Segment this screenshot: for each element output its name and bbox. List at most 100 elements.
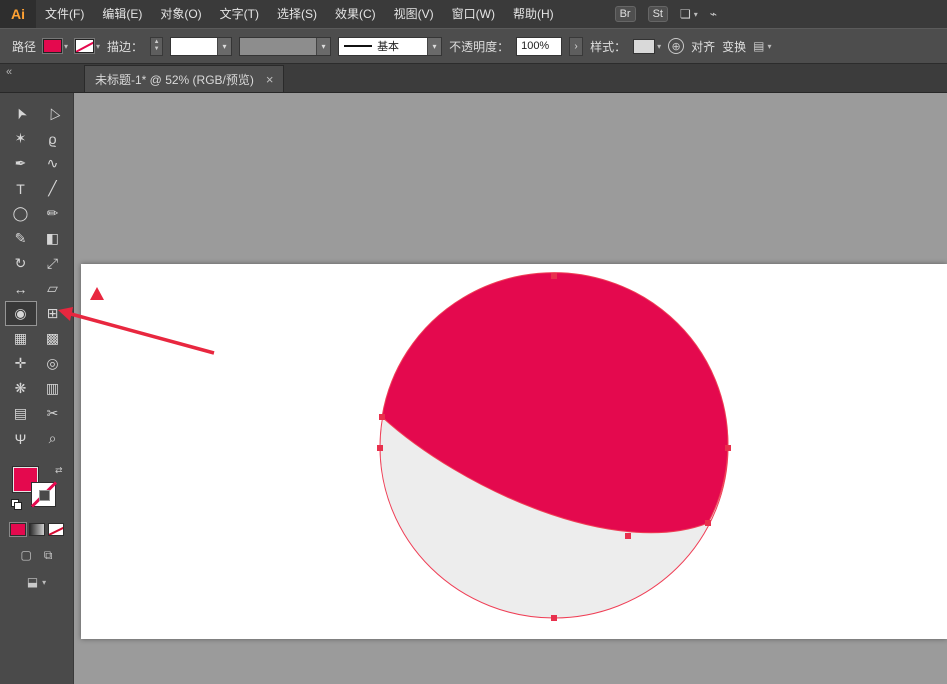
ellipse-tool[interactable]: ◯ <box>5 201 37 226</box>
column-graph-icon: ▥ <box>45 380 60 396</box>
color-button[interactable] <box>9 523 26 536</box>
fill-color-dropdown[interactable]: ▾ <box>43 39 68 53</box>
workspace-switcher[interactable]: ❏ ▾ <box>680 7 698 21</box>
mesh-icon: ▦ <box>13 330 28 346</box>
style-swatch <box>633 38 656 54</box>
eyedropper-icon: ✛ <box>14 355 27 371</box>
stroke-weight-label: 描边： <box>107 39 144 54</box>
swap-fill-stroke-icon[interactable]: ⇄ <box>55 465 63 476</box>
line-segment-icon: ╱ <box>48 180 57 196</box>
menu-help[interactable]: 帮助(H) <box>504 0 563 28</box>
stepper-down-icon: ▼ <box>153 46 160 52</box>
width-profile-value: 基本 <box>377 41 400 53</box>
menu-select[interactable]: 选择(S) <box>268 0 326 28</box>
shape-builder-tool[interactable]: ◉ <box>4 301 37 326</box>
zoom-tool[interactable]: ⌕ <box>37 426 69 451</box>
pen-tool[interactable]: ✒ <box>5 151 37 176</box>
free-transform-icon: ▱ <box>47 280 58 296</box>
style-dropdown[interactable]: ▾ <box>633 38 662 54</box>
fill-stroke-widget: ⇄ <box>10 465 63 511</box>
gradient-tool[interactable]: ▩ <box>37 326 69 351</box>
bridge-button[interactable]: Br <box>614 6 636 22</box>
free-transform-tool[interactable]: ▱ <box>37 276 69 301</box>
column-graph-tool[interactable]: ▥ <box>37 376 69 401</box>
draw-inside-icon[interactable]: ⧉ <box>44 548 53 563</box>
artboard-icon: ▤ <box>13 405 28 421</box>
width-profile-dropdown[interactable]: 基本 ▾ <box>338 36 443 56</box>
eyedropper-tool[interactable]: ✛ <box>5 351 37 376</box>
chevron-down-icon: ▾ <box>693 9 698 19</box>
gradient-button[interactable] <box>28 523 45 536</box>
opacity-input[interactable]: 100% <box>516 36 563 56</box>
pen-icon: ✒ <box>14 155 27 171</box>
line-segment-tool[interactable]: ╱ <box>37 176 69 201</box>
fill-color-swatch <box>43 39 63 53</box>
direct-selection-tool[interactable]: ▷ <box>37 101 69 126</box>
hand-tool[interactable]: Ψ <box>5 426 37 451</box>
brush-definition-dropdown[interactable]: ▾ <box>239 36 332 56</box>
stock-button[interactable]: St <box>647 6 668 22</box>
transform-button[interactable]: 变换 <box>722 38 746 55</box>
direct-selection-tool-icon: ▷ <box>42 105 62 122</box>
selection-tool[interactable]: ➤ <box>5 101 37 126</box>
perspective-grid-tool[interactable]: ⊞ <box>37 301 69 326</box>
menu-window[interactable]: 窗口(W) <box>443 0 504 28</box>
align-button[interactable]: 对齐 <box>691 38 715 55</box>
symbol-sprayer-icon: ❋ <box>14 380 27 396</box>
blend-tool[interactable]: ◎ <box>37 351 69 376</box>
cs-live-icon[interactable]: ⌁ <box>710 7 717 21</box>
document-tab-title: 未标题-1* @ 52% (RGB/预览) <box>95 72 254 87</box>
scale-tool[interactable]: ⤢ <box>37 251 69 276</box>
menu-view[interactable]: 视图(V) <box>385 0 443 28</box>
none-button[interactable] <box>47 523 64 536</box>
symbol-sprayer-tool[interactable]: ❋ <box>5 376 37 401</box>
menu-object[interactable]: 对象(O) <box>151 0 210 28</box>
eraser-icon: ◧ <box>45 230 60 246</box>
paintbrush-icon: ✏ <box>46 205 59 221</box>
mesh-tool[interactable]: ▦ <box>5 326 37 351</box>
opacity-panel-button[interactable]: › <box>569 36 584 56</box>
type-tool[interactable]: T <box>5 176 37 201</box>
lasso-tool[interactable]: ϱ <box>37 126 69 151</box>
globe-icon[interactable]: ⊕ <box>668 38 685 54</box>
stroke-weight-dropdown[interactable]: ▾ <box>170 36 233 56</box>
gradient-icon: ▩ <box>45 330 60 346</box>
menu-type[interactable]: 文字(T) <box>211 0 268 28</box>
chevron-down-icon: ▾ <box>42 577 47 587</box>
type-icon: T <box>16 180 25 197</box>
rotate-icon: ↻ <box>14 255 27 271</box>
menu-effect[interactable]: 效果(C) <box>326 0 385 28</box>
app-window: Ai 文件(F) 编辑(E) 对象(O) 文字(T) 选择(S) 效果(C) 视… <box>0 0 947 684</box>
eraser-tool[interactable]: ◧ <box>37 226 69 251</box>
workspace-icon: ❏ <box>679 7 691 21</box>
close-icon[interactable]: × <box>266 72 274 87</box>
chevron-down-icon: ▾ <box>64 41 69 51</box>
curvature-tool[interactable]: ∿ <box>37 151 69 176</box>
width-tool[interactable]: ↔ <box>5 276 37 301</box>
screen-mode-button[interactable]: ⬓ ▾ <box>0 575 73 589</box>
menu-edit[interactable]: 编辑(E) <box>93 0 151 28</box>
document-tab[interactable]: 未标题-1* @ 52% (RGB/预览) × <box>84 65 285 92</box>
menu-file[interactable]: 文件(F) <box>36 0 93 28</box>
stroke-weight-stepper[interactable]: ▲ ▼ <box>150 36 164 56</box>
draw-normal-icon[interactable]: ▢ <box>21 548 32 563</box>
slice-tool[interactable]: ✂ <box>37 401 69 426</box>
control-panel-menu[interactable]: ▤ ▾ <box>753 39 771 53</box>
document-tab-bar: « 未标题-1* @ 52% (RGB/预览) × <box>0 64 947 93</box>
artboard-tool[interactable]: ▤ <box>5 401 37 426</box>
canvas-area[interactable] <box>74 93 947 684</box>
default-colors-button[interactable] <box>10 499 23 511</box>
paintbrush-tool[interactable]: ✏ <box>37 201 69 226</box>
stroke-swatch[interactable] <box>30 482 56 507</box>
pencil-icon: ✎ <box>14 230 27 246</box>
chevron-down-icon: ▾ <box>96 41 101 51</box>
opacity-label: 不透明度： <box>449 39 510 54</box>
pencil-tool[interactable]: ✎ <box>5 226 37 251</box>
toolbar-collapse-icon[interactable]: « <box>0 64 74 78</box>
chevron-down-icon: ▾ <box>657 41 662 51</box>
artboard[interactable] <box>81 264 947 639</box>
stroke-color-dropdown[interactable]: ▾ <box>75 39 100 53</box>
rotate-tool[interactable]: ↻ <box>5 251 37 276</box>
magic-wand-tool[interactable]: ✶ <box>5 126 37 151</box>
width-icon: ↔ <box>13 280 28 297</box>
